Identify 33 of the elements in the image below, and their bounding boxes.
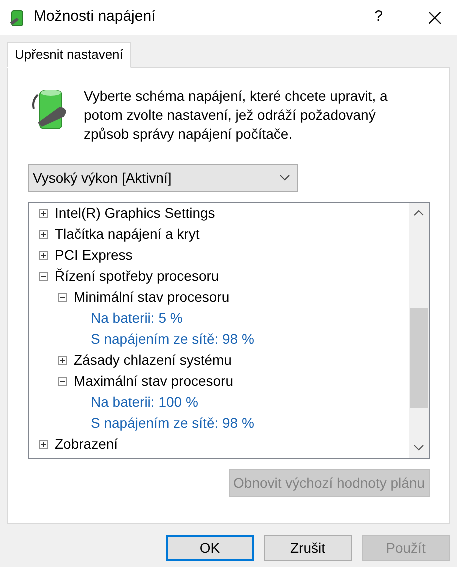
expand-icon[interactable] — [39, 251, 48, 260]
dialog-button[interactable]: Zrušit — [264, 535, 352, 561]
tree-item[interactable]: Intel(R) Graphics Settings — [55, 203, 216, 224]
setting-value-link[interactable]: Na baterii: 5 % — [91, 308, 183, 329]
tree-item[interactable]: Tlačítka napájení a kryt — [55, 224, 200, 245]
chevron-down-icon — [280, 175, 290, 181]
setting-value-link[interactable]: S napájením ze sítě: 98 % — [91, 413, 254, 434]
scrollbar[interactable] — [409, 203, 429, 458]
help-button[interactable]: ? — [374, 6, 383, 29]
expand-icon[interactable] — [58, 356, 67, 365]
collapse-icon[interactable] — [58, 293, 67, 302]
scroll-down-icon[interactable] — [414, 445, 424, 451]
tree-item[interactable]: Zobrazení — [55, 434, 118, 455]
expand-icon[interactable] — [39, 230, 48, 239]
dialog-button[interactable]: OK — [166, 535, 254, 561]
setting-value-link[interactable]: S napájením ze sítě: 98 % — [91, 329, 254, 350]
tree-item[interactable]: PCI Express — [55, 245, 133, 266]
expand-icon[interactable] — [39, 209, 48, 218]
tree-item[interactable]: Řízení spotřeby procesoru — [55, 266, 220, 287]
setting-value-link[interactable]: Na baterii: 100 % — [91, 392, 198, 413]
scrollbar-thumb[interactable] — [410, 308, 428, 408]
collapse-icon[interactable] — [39, 272, 48, 281]
scroll-up-icon[interactable] — [414, 210, 424, 216]
close-icon[interactable] — [429, 12, 441, 24]
tree-item[interactable]: Zásady chlazení systému — [74, 350, 232, 371]
plan-dropdown[interactable]: Vysoký výkon [Aktivní] — [28, 164, 298, 192]
tab[interactable]: Upřesnit nastavení — [7, 42, 132, 68]
tree-item[interactable]: Minimální stav procesoru — [74, 287, 230, 308]
collapse-icon[interactable] — [58, 377, 67, 386]
tree-item[interactable]: Maximální stav procesoru — [74, 371, 234, 392]
instruction-text: Vyberte schéma napájení, které chcete upravit, a potom zvolte nastavení, jež odráží požadovaný způsob správy napájení počítače. — [84, 87, 389, 144]
expand-icon[interactable] — [39, 440, 48, 449]
window-title: Možnosti napájení — [34, 7, 156, 28]
